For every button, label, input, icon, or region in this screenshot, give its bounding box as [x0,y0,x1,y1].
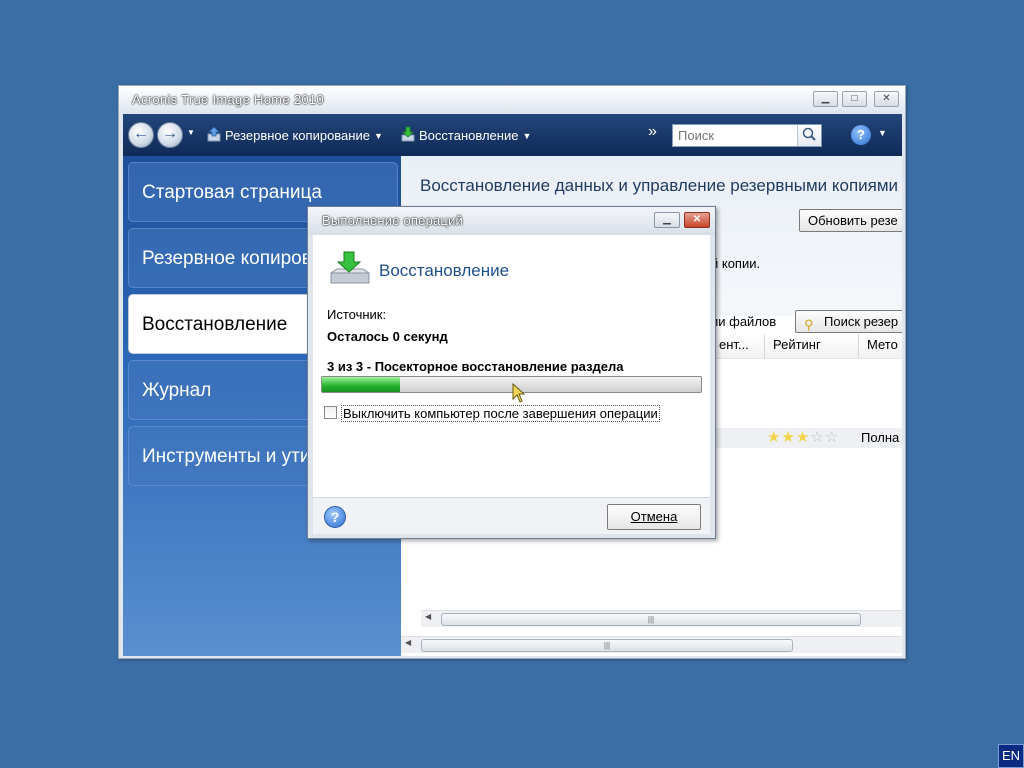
dialog-close-button[interactable]: ✕ [684,212,710,228]
refresh-button[interactable]: Обновить резе [799,209,902,232]
column-header-comment[interactable]: ент... [711,334,765,358]
source-label: Источник: [327,307,387,322]
backup-icon [207,126,221,142]
chevron-down-icon: ▼ [373,131,383,141]
star-empty-icon[interactable]: ☆ [825,429,839,446]
sidebar-item-label: Стартовая страница [142,182,322,203]
maximize-icon: □ [851,93,858,104]
backup-menu-label: Резервное копирование [225,128,370,143]
dialog-body: Восстановление Источник: Осталось 0 секу… [313,235,710,497]
restore-icon [401,126,415,142]
column-header-rating[interactable]: Рейтинг [765,334,859,358]
operation-heading: Восстановление [379,261,510,280]
more-commands-icon[interactable]: » [648,123,657,141]
close-button[interactable]: ✕ [874,91,899,107]
shutdown-checkbox-label[interactable]: Выключить компьютер после завершения опе… [341,405,660,422]
step-status: 3 из 3 - Посекторное восстановление разд… [327,359,624,374]
column-header-method[interactable]: Мето [859,334,902,358]
dialog-title-bar[interactable]: Выполнение операций ▁ ✕ [308,207,715,235]
star-filled-icon[interactable]: ★ [796,429,810,446]
progress-fill [322,377,400,392]
title-bar[interactable]: Acronis True Image Home 2010 ▁ □ ✕ [119,86,905,114]
close-icon: ✕ [692,214,702,225]
help-dropdown-icon[interactable]: ▼ [878,128,887,138]
search-box [672,124,822,147]
backup-menu[interactable]: Резервное копирование ▼ [207,126,383,143]
sidebar-item-label: Журнал [142,380,212,401]
restore-disk-icon [330,251,370,284]
page-title: Восстановление данных и управление резер… [420,176,899,195]
restore-menu[interactable]: Восстановление ▼ [401,126,531,143]
copies-text: й копии. [711,256,761,271]
search-button[interactable] [797,125,821,146]
scroll-left-icon[interactable]: ◀ [425,612,431,621]
scroll-thumb[interactable]: ||| [421,639,793,652]
dialog-minimize-button[interactable]: ▁ [654,212,680,228]
star-empty-icon[interactable]: ☆ [810,429,824,446]
language-indicator[interactable]: EN [998,744,1024,768]
search-backup-button[interactable]: ⚲ Поиск резер [795,310,902,333]
search-icon [802,127,816,141]
shutdown-checkbox[interactable] [324,406,337,419]
search-backup-label: Поиск резер [824,314,899,329]
search-input[interactable] [673,125,793,146]
back-button[interactable]: ← [128,122,154,148]
window-title: Acronis True Image Home 2010 [132,92,324,107]
restore-menu-label: Восстановление [419,128,519,143]
sidebar-item-label: Инструменты и утил [142,446,322,467]
minimize-icon: ▁ [663,214,671,225]
scroll-thumb[interactable]: ||| [441,613,861,626]
scroll-left-icon[interactable]: ◀ [405,638,411,647]
header-divider [711,358,902,359]
progress-dialog: Выполнение операций ▁ ✕ Восстановление И… [307,206,716,539]
dialog-title: Выполнение операций [322,213,464,228]
files-link[interactable]: ии файлов [711,314,776,329]
mouse-cursor-icon [512,383,526,403]
toolbar: ← → ▼ Резервное копирование ▼ Восстановле… [123,114,902,156]
row-method: Полна [861,430,900,445]
outer-horizontal-scrollbar[interactable]: ◀ ||| [401,636,902,653]
star-filled-icon[interactable]: ★ [781,429,795,446]
forward-button[interactable]: → [157,122,183,148]
dialog-footer: ? Отмена [313,497,710,534]
sidebar-item-label: Восстановление [142,314,288,335]
rating-stars: ★★★☆☆ [767,428,839,448]
help-icon[interactable]: ? [851,125,871,145]
close-icon: ✕ [882,93,891,104]
history-dropdown-icon[interactable]: ▼ [187,128,195,137]
help-icon[interactable]: ? [324,506,346,528]
sidebar-item-label: Резервное копирова [142,248,323,269]
chevron-down-icon: ▼ [522,131,532,141]
time-remaining: Осталось 0 секунд [327,329,448,344]
back-arrow-icon: ← [133,125,149,142]
inner-horizontal-scrollbar[interactable]: ◀ ||| [421,610,902,627]
forward-arrow-icon: → [162,125,178,142]
maximize-button[interactable]: □ [842,91,867,107]
cancel-button[interactable]: Отмена [607,504,701,530]
cancel-button-label: Отмена [630,509,678,524]
minimize-button[interactable]: ▁ [813,91,838,107]
search-backup-icon: ⚲ [804,317,814,332]
minimize-icon: ▁ [821,93,830,104]
star-filled-icon[interactable]: ★ [767,429,781,446]
